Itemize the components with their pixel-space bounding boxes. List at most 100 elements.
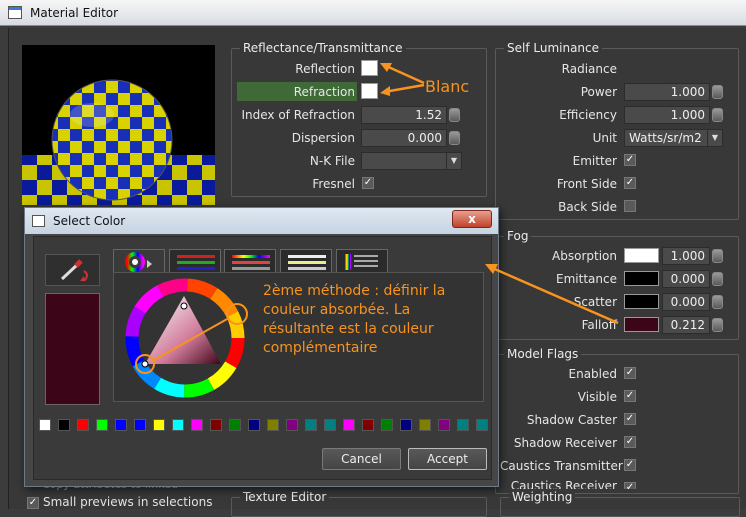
palette-swatch[interactable] [58, 419, 70, 431]
palette-swatch[interactable] [362, 419, 374, 431]
front-side-checkbox[interactable]: ✓ [624, 177, 636, 189]
select-color-dialog: Select Color x 2ème méthode : définir la… [24, 207, 499, 487]
caustics-transmitter-label: Caustics Transmitter [500, 459, 623, 473]
absorption-field[interactable]: 1.000 [662, 247, 710, 265]
unit-label: Unit [592, 131, 617, 145]
emittance-spinner-icon[interactable] [712, 272, 723, 286]
efficiency-spinner-icon[interactable] [712, 108, 723, 122]
palette-swatch[interactable] [457, 419, 469, 431]
palette-swatch[interactable] [153, 419, 165, 431]
unit-select[interactable]: Watts/sr/m2 [624, 129, 708, 147]
fresnel-label: Fresnel [312, 177, 355, 191]
index-spinner-icon[interactable] [449, 108, 460, 122]
hsv-color-wheel[interactable] [125, 276, 255, 400]
palette-swatch[interactable] [96, 419, 108, 431]
palette-swatch[interactable] [134, 419, 146, 431]
dispersion-spinner-icon[interactable] [449, 131, 460, 145]
dispersion-field[interactable]: 0.000 [361, 129, 447, 147]
material-preview[interactable] [22, 45, 215, 205]
caustics-receiver-checkbox[interactable]: ✓ [624, 482, 636, 489]
palette-swatch[interactable] [419, 419, 431, 431]
palette-swatch[interactable] [324, 419, 336, 431]
visible-checkbox[interactable]: ✓ [624, 390, 636, 402]
palette-swatch[interactable] [381, 419, 393, 431]
palette-swatch[interactable] [267, 419, 279, 431]
palette-swatch[interactable] [438, 419, 450, 431]
scatter-field[interactable]: 0.000 [662, 293, 710, 311]
efficiency-field[interactable]: 1.000 [624, 106, 710, 124]
palette-swatch[interactable] [248, 419, 260, 431]
eyedropper-icon [60, 259, 88, 282]
falloff-color-swatch[interactable] [624, 317, 659, 332]
dialog-title: Select Color [53, 214, 126, 228]
nk-file-dropdown-icon[interactable]: ▼ [446, 152, 462, 170]
power-spinner-icon[interactable] [712, 85, 723, 99]
annotation-note: 2ème méthode : définir la couleur absorb… [263, 283, 446, 356]
emitter-checkbox[interactable]: ✓ [624, 154, 636, 166]
dialog-titlebar: Select Color x [25, 208, 498, 234]
palette-swatch[interactable] [191, 419, 203, 431]
falloff-arrow [485, 264, 619, 325]
window-title: Material Editor [30, 6, 119, 20]
falloff-spinner-icon[interactable] [712, 318, 723, 332]
tab-color-wheel[interactable] [113, 249, 165, 273]
palette-swatch[interactable] [343, 419, 355, 431]
palette-swatch[interactable] [286, 419, 298, 431]
emittance-color-swatch[interactable] [624, 271, 659, 286]
palette-swatch[interactable] [39, 419, 51, 431]
texture-editor-group: Texture Editor [231, 490, 487, 517]
index-of-refraction-field[interactable]: 1.52 [361, 106, 447, 124]
fog-title: Fog [504, 229, 532, 243]
caustics-receiver-row: Caustics Receiver ✓ [500, 480, 640, 489]
model-flags-title: Model Flags [504, 347, 582, 361]
caustics-transmitter-checkbox[interactable]: ✓ [624, 459, 636, 471]
emitter-label: Emitter [572, 154, 617, 168]
palette-swatch[interactable] [115, 419, 127, 431]
enabled-checkbox[interactable]: ✓ [624, 367, 636, 379]
palette-swatch[interactable] [172, 419, 184, 431]
palette-swatch[interactable] [77, 419, 89, 431]
cancel-button[interactable]: Cancel [322, 448, 401, 470]
small-previews-label: Small previews in selections [43, 495, 213, 509]
eyedropper-button[interactable] [45, 254, 100, 286]
nk-file-select[interactable] [361, 152, 447, 170]
palette-swatch[interactable] [229, 419, 241, 431]
power-label: Power [580, 85, 617, 99]
emittance-field[interactable]: 0.000 [662, 270, 710, 288]
tab-color-list[interactable] [336, 249, 388, 273]
reflectance-title: Reflectance/Transmittance [240, 41, 406, 55]
tab-gradient-sliders[interactable] [280, 249, 332, 273]
self-luminance-title: Self Luminance [504, 41, 603, 55]
nk-file-label: N-K File [309, 154, 355, 168]
palette-swatch[interactable] [476, 419, 488, 431]
refraction-label: Refraction [293, 85, 355, 99]
shadow-caster-checkbox[interactable]: ✓ [624, 413, 636, 425]
enabled-label: Enabled [568, 367, 618, 381]
tab-rgb-sliders[interactable] [169, 249, 221, 273]
shadow-caster-label: Shadow Caster [526, 413, 617, 427]
unit-dropdown-icon[interactable]: ▼ [707, 129, 723, 147]
texture-editor-title: Texture Editor [240, 490, 330, 504]
absorption-spinner-icon[interactable] [712, 249, 723, 263]
power-field[interactable]: 1.000 [624, 83, 710, 101]
palette-swatch[interactable] [400, 419, 412, 431]
weighting-title: Weighting [509, 490, 576, 504]
current-color-preview [45, 293, 100, 405]
back-side-checkbox[interactable] [624, 200, 636, 212]
scatter-color-swatch[interactable] [624, 294, 659, 309]
shadow-receiver-checkbox[interactable]: ✓ [624, 436, 636, 448]
accept-button[interactable]: Accept [408, 448, 487, 470]
radiance-label: Radiance [561, 62, 617, 76]
small-previews-checkbox[interactable]: ✓ [27, 497, 39, 509]
absorption-color-swatch[interactable] [624, 248, 659, 263]
fresnel-checkbox[interactable]: ✓ [362, 177, 374, 189]
tab-hsv-sliders[interactable] [224, 249, 276, 273]
falloff-field[interactable]: 0.212 [662, 316, 710, 334]
shadow-receiver-label: Shadow Receiver [513, 436, 617, 450]
index-of-refraction-label: Index of Refraction [241, 108, 355, 122]
scatter-spinner-icon[interactable] [712, 295, 723, 309]
dialog-close-button[interactable]: x [452, 210, 492, 228]
weighting-group: Weighting [500, 490, 740, 517]
palette-swatch[interactable] [305, 419, 317, 431]
palette-swatch[interactable] [210, 419, 222, 431]
